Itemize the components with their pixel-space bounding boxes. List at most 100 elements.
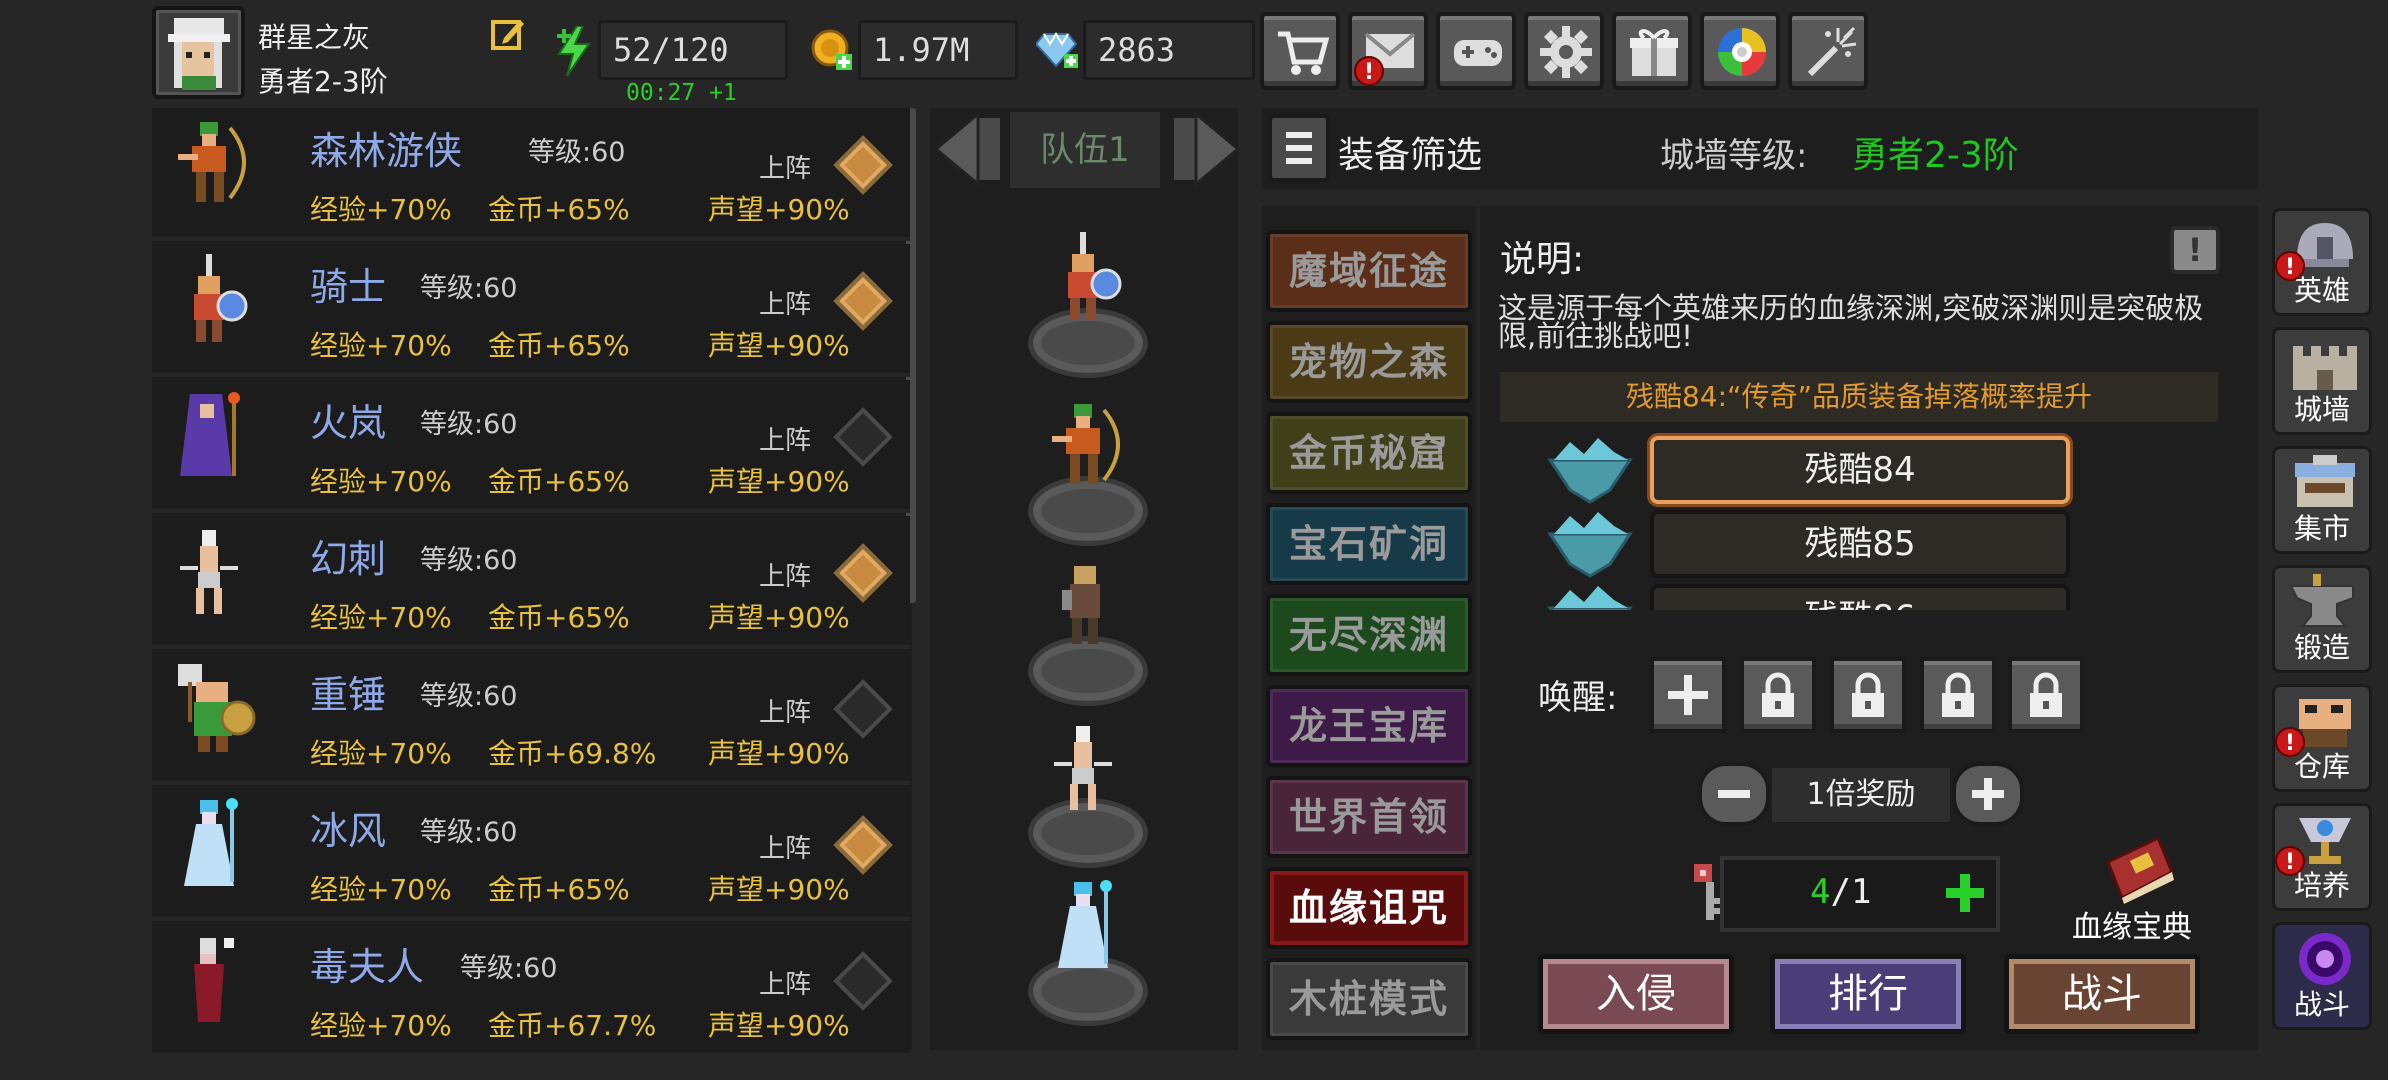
- invade-button[interactable]: 入侵: [1538, 954, 1734, 1034]
- alert-badge: !: [2275, 727, 2305, 757]
- hero-deploy-label: 上阵: [759, 562, 812, 592]
- mode-tab[interactable]: 宠物之森: [1266, 321, 1472, 403]
- difficulty-option[interactable]: 残酷84: [1650, 436, 2070, 504]
- hero-row[interactable]: 火岚 等级:60 经验+70% 金币+65% 声望+90% 上阵: [152, 380, 910, 513]
- bloodline-codex-label[interactable]: 血缘宝典: [2072, 902, 2192, 946]
- hero-deploy-label: 上阵: [759, 426, 812, 456]
- sidebar-castle-wall-button[interactable]: 城墙: [2272, 327, 2372, 435]
- sidebar-portal-button[interactable]: 战斗: [2272, 922, 2372, 1030]
- mode-tab[interactable]: 龙王宝库: [1266, 685, 1472, 767]
- hero-level: 等级:60: [420, 545, 518, 576]
- hero-deploy-label: 上阵: [759, 970, 812, 1000]
- equipment-filter-label[interactable]: 装备筛选: [1338, 126, 1482, 178]
- awaken-locked-slot[interactable]: [1740, 657, 1816, 733]
- hero-sprite: [170, 118, 260, 218]
- awaken-add-slot[interactable]: [1650, 657, 1726, 733]
- ranking-button[interactable]: 排行: [1770, 954, 1966, 1034]
- team-label: 队伍1: [1010, 112, 1160, 188]
- team-hero-sprite[interactable]: [1044, 232, 1134, 328]
- awaken-locked-slot[interactable]: [1830, 657, 1906, 733]
- hero-deploy-toggle[interactable]: [833, 407, 893, 467]
- padlock-icon: [1762, 672, 1794, 717]
- hero-row[interactable]: 骑士 等级:60 经验+70% 金币+65% 声望+90% 上阵: [152, 244, 910, 377]
- team-prev-button[interactable]: [930, 108, 1010, 190]
- gold-value: 1.97M: [858, 20, 1018, 80]
- team-hero-sprite[interactable]: [1044, 880, 1134, 976]
- hero-row[interactable]: 毒夫人 等级:60 经验+70% 金币+67.7% 声望+90% 上阵: [152, 924, 910, 1057]
- team-hero-sprite[interactable]: [1044, 400, 1134, 496]
- sidebar-warehouse-button[interactable]: 仓库!: [2272, 684, 2372, 792]
- gem-icon: [1034, 30, 1080, 70]
- shop-cart-icon: [1278, 31, 1330, 75]
- equipment-filter-button[interactable]: [1268, 114, 1330, 182]
- hero-row[interactable]: 重锤 等级:60 经验+70% 金币+69.8% 声望+90% 上阵: [152, 652, 910, 785]
- awaken-locked-slot[interactable]: [1920, 657, 1996, 733]
- wall-level-value: 勇者2-3阶: [1852, 135, 2019, 176]
- player-avatar[interactable]: [152, 6, 245, 99]
- sidebar-chalice-button[interactable]: 培养!: [2272, 803, 2372, 911]
- awaken-locked-slot[interactable]: [2008, 657, 2084, 733]
- hero-gold-bonus: 金币+67.7%: [488, 1009, 657, 1042]
- team-hero-sprite[interactable]: [1044, 722, 1134, 818]
- fireworks-icon: [1807, 26, 1857, 77]
- shop-button[interactable]: [1260, 12, 1340, 90]
- difficulty-option[interactable]: 残酷85: [1650, 510, 2070, 578]
- sidebar-helmet-button[interactable]: 英雄!: [2272, 208, 2372, 316]
- edit-name-icon[interactable]: [490, 16, 526, 52]
- hero-sprite: [170, 390, 260, 490]
- floating-island-icon: [1540, 430, 1640, 506]
- hero-exp-bonus: 经验+70%: [310, 873, 452, 906]
- bloodline-codex-icon[interactable]: [2098, 832, 2178, 904]
- hero-gold-bonus: 金币+65%: [488, 193, 630, 226]
- hero-deploy-label: 上阵: [759, 154, 812, 184]
- plus-icon: [1972, 778, 2004, 810]
- floating-island-icon: [1540, 504, 1640, 580]
- color-wheel-button[interactable]: [1700, 12, 1780, 90]
- mode-tab[interactable]: 木桩模式: [1266, 958, 1472, 1040]
- difficulty-list[interactable]: 残酷84残酷85 残酷86: [1540, 428, 2080, 610]
- minigame-button[interactable]: [1436, 12, 1516, 90]
- mail-button[interactable]: !: [1348, 12, 1428, 90]
- sidebar-market-button[interactable]: 集市: [2272, 446, 2372, 554]
- fireworks-button[interactable]: [1788, 12, 1868, 90]
- ticket-add-button[interactable]: [1942, 868, 1988, 918]
- mode-tab[interactable]: 世界首领: [1266, 776, 1472, 858]
- difficulty-option[interactable]: 残酷86: [1650, 584, 2070, 610]
- hero-row[interactable]: 森林游侠 等级:60 经验+70% 金币+65% 声望+90% 上阵: [152, 108, 910, 241]
- hero-deploy-toggle[interactable]: [833, 271, 893, 331]
- reward-increase-button[interactable]: [1952, 762, 2024, 826]
- hero-gold-bonus: 金币+65%: [488, 601, 630, 634]
- hero-row[interactable]: 冰风 等级:60 经验+70% 金币+65% 声望+90% 上阵: [152, 788, 910, 921]
- hero-row[interactable]: 幻刺 等级:60 经验+70% 金币+65% 声望+90% 上阵: [152, 516, 910, 649]
- mode-tab[interactable]: 魔域征途: [1266, 230, 1472, 312]
- info-alert-icon[interactable]: !: [2170, 226, 2220, 274]
- hero-deploy-toggle[interactable]: [833, 543, 893, 603]
- team-hero-sprite[interactable]: [1044, 560, 1134, 656]
- hero-fame-bonus: 声望+90%: [708, 193, 850, 226]
- player-rank: 勇者2-3阶: [258, 65, 388, 98]
- hero-sprite: [170, 662, 260, 762]
- hero-deploy-toggle[interactable]: [833, 815, 893, 875]
- team-next-button[interactable]: [1164, 108, 1244, 190]
- settings-button[interactable]: [1524, 12, 1604, 90]
- hero-fame-bonus: 声望+90%: [708, 329, 850, 362]
- hero-deploy-toggle[interactable]: [833, 951, 893, 1011]
- hero-name: 幻刺: [310, 537, 387, 581]
- hero-level: 等级:60: [460, 953, 558, 984]
- fight-button[interactable]: 战斗: [2004, 954, 2200, 1034]
- reward-decrease-button[interactable]: [1698, 762, 1770, 826]
- sidebar-anvil-button[interactable]: 锻造: [2272, 565, 2372, 673]
- hero-deploy-toggle[interactable]: [833, 135, 893, 195]
- mode-tab[interactable]: 宝石矿洞: [1266, 503, 1472, 585]
- hero-gold-bonus: 金币+65%: [488, 465, 630, 498]
- hero-deploy-toggle[interactable]: [833, 679, 893, 739]
- description-title: 说明:: [1500, 239, 1585, 280]
- hero-level: 等级:60: [420, 409, 518, 440]
- mode-tab[interactable]: 无尽深渊: [1266, 594, 1472, 676]
- hero-fame-bonus: 声望+90%: [708, 737, 850, 770]
- gift-button[interactable]: [1612, 12, 1692, 90]
- mode-tab[interactable]: 血缘诅咒: [1266, 867, 1472, 949]
- mode-tab[interactable]: 金币秘窟: [1266, 412, 1472, 494]
- wall-level-label: 城墙等级:: [1660, 136, 1808, 176]
- alert-badge: !: [2275, 846, 2305, 876]
